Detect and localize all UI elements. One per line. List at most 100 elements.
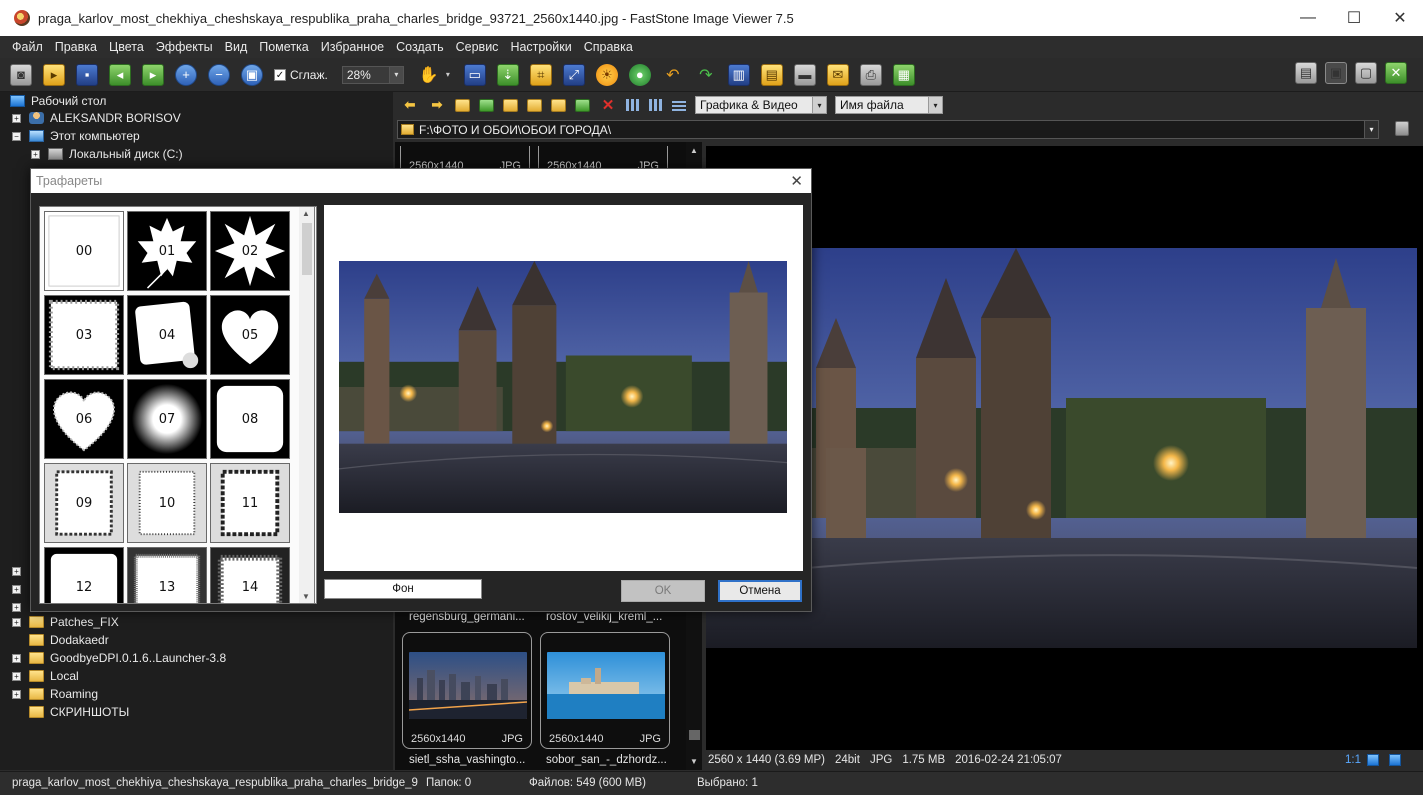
acquire-camera-icon[interactable]: ◙ [10, 63, 32, 86]
move-to-folder-icon[interactable] [575, 98, 590, 112]
forward-icon[interactable]: ➡ [428, 96, 446, 114]
menu-favorites[interactable]: Избранное [315, 40, 390, 54]
layout-browser-icon[interactable]: ▢ [1355, 62, 1377, 84]
copy-to-folder-icon[interactable] [551, 98, 566, 112]
scrollbar-thumb[interactable] [302, 223, 312, 275]
menu-edit[interactable]: Правка [49, 40, 103, 54]
rotate-right-icon[interactable]: ↷ [695, 64, 717, 86]
collapse-icon[interactable]: − [12, 131, 21, 141]
file-filter-dropdown[interactable]: Графика & Видео ▾ [695, 96, 827, 114]
mask-item[interactable]: 05 [210, 295, 290, 375]
expand-icon[interactable]: + [12, 584, 21, 594]
scanner-icon[interactable]: ▬ [793, 63, 816, 86]
tree-item-goodbyedpi[interactable]: + GoodbyeDPI.0.1.6..Launcher-3.8 [12, 649, 226, 667]
next-image-icon[interactable]: ▸ [142, 63, 164, 86]
mask-item[interactable]: 03 [44, 295, 124, 375]
window-mode-icon[interactable]: ▤ [760, 63, 783, 86]
mask-item[interactable]: 11 [210, 463, 290, 543]
chevron-down-icon[interactable]: ▾ [812, 97, 826, 113]
expand-icon[interactable]: + [12, 653, 21, 663]
scroll-down-icon[interactable]: ▼ [690, 757, 698, 766]
expand-icon[interactable]: + [12, 671, 21, 681]
mask-item[interactable]: 08 [210, 379, 290, 459]
back-icon[interactable]: ⬅ [401, 96, 419, 114]
menu-view[interactable]: Вид [219, 40, 254, 54]
smooth-checkbox-box[interactable]: ✓ [274, 68, 286, 81]
background-button[interactable]: Фон [324, 579, 482, 599]
zoom-ratio[interactable]: 1:1 [1345, 754, 1361, 766]
scroll-up-icon[interactable]: ▲ [302, 209, 310, 218]
slideshow-icon[interactable]: ▭ [463, 63, 486, 86]
dialog-close-icon[interactable]: ✕ [790, 172, 803, 190]
crop-icon[interactable]: ⌗ [529, 63, 552, 86]
chevron-down-icon[interactable]: ▾ [388, 66, 403, 83]
rotate-left-icon[interactable]: ↶ [662, 64, 684, 86]
previous-image-icon[interactable]: ◂ [109, 63, 131, 86]
expand-icon[interactable]: + [12, 617, 21, 627]
expand-icon[interactable]: + [31, 149, 40, 159]
tree-item-this-pc[interactable]: − Этот компьютер [12, 127, 140, 145]
tree-item-screenshots[interactable]: СКРИНШОТЫ [29, 703, 129, 721]
tree-item-local[interactable]: + Local [12, 667, 79, 685]
chevron-down-icon[interactable]: ▾ [928, 97, 942, 113]
layout-preview-icon[interactable]: ▣ [1325, 62, 1347, 84]
tree-item-dodakaedr[interactable]: Dodakaedr [29, 631, 109, 649]
minimize-button[interactable]: — [1285, 0, 1331, 36]
favorites-folder-icon[interactable] [527, 98, 542, 112]
thumbnail-view-icon[interactable] [626, 99, 640, 111]
zoom-in-icon[interactable]: + [175, 63, 197, 86]
chevron-down-icon[interactable]: ▾ [1364, 121, 1378, 138]
mask-item[interactable]: 04 [127, 295, 207, 375]
resize-icon[interactable]: ⤢ [562, 63, 585, 86]
compare-icon[interactable]: ▥ [727, 63, 750, 86]
ok-button[interactable]: OK [621, 580, 705, 602]
tree-item-patches-fix[interactable]: + Patches_FIX [12, 613, 119, 631]
chevron-down-icon[interactable]: ▾ [444, 64, 452, 86]
hand-pan-icon[interactable]: ✋ [418, 64, 440, 86]
fullscreen-icon[interactable]: ✕ [1385, 62, 1407, 84]
mask-item[interactable]: 09 [44, 463, 124, 543]
expand-icon[interactable]: + [12, 602, 21, 612]
cancel-button[interactable]: Отмена [718, 580, 802, 602]
tree-item-partial[interactable]: + [12, 580, 29, 598]
tree-item-roaming[interactable]: + Roaming [12, 685, 98, 703]
tree-item-partial[interactable]: + [12, 562, 29, 580]
print-icon[interactable]: ⎙ [859, 63, 882, 86]
mask-item[interactable]: 00 [44, 211, 124, 291]
path-input[interactable]: F:\ФОТО И ОБОИ\ОБОИ ГОРОДА\ ▾ [397, 120, 1379, 139]
mask-item[interactable]: 10 [127, 463, 207, 543]
details-view-icon[interactable] [672, 99, 686, 111]
copy-to-icon[interactable]: ⇣ [496, 63, 519, 86]
scrollbar-thumb[interactable] [689, 730, 700, 740]
menu-help[interactable]: Справка [578, 40, 639, 54]
close-button[interactable]: ✕ [1377, 0, 1423, 36]
mask-item[interactable]: 07 [127, 379, 207, 459]
expand-icon[interactable]: + [12, 689, 21, 699]
scroll-down-icon[interactable]: ▼ [302, 592, 310, 601]
scroll-up-icon[interactable]: ▲ [690, 146, 698, 155]
layout-details-icon[interactable]: ▤ [1295, 62, 1317, 84]
maximize-button[interactable]: ☐ [1331, 0, 1377, 36]
menu-create[interactable]: Создать [390, 40, 450, 54]
mask-item[interactable]: 14 [210, 547, 290, 603]
thumbnail-item[interactable]: 2560x1440 JPG [540, 632, 670, 749]
actual-size-icon[interactable]: ▣ [241, 63, 263, 86]
mask-item[interactable]: 06 [44, 379, 124, 459]
smooth-checkbox[interactable]: ✓ Сглаж. [274, 68, 328, 82]
adjust-colors-icon[interactable]: ☀ [595, 63, 618, 86]
batch-icon[interactable]: ▦ [892, 63, 915, 86]
fullscreen-icon[interactable] [1389, 754, 1401, 766]
mask-list-scrollbar[interactable]: ▲ ▼ [299, 206, 315, 604]
mask-item[interactable]: 12 [44, 547, 124, 603]
mask-item[interactable]: 02 [210, 211, 290, 291]
menu-settings[interactable]: Настройки [504, 40, 577, 54]
menu-tools[interactable]: Сервис [450, 40, 505, 54]
lighting-icon[interactable]: ● [628, 63, 651, 86]
menu-colors[interactable]: Цвета [103, 40, 150, 54]
thumbnail-item-selected[interactable]: 2560x1440 JPG [402, 632, 532, 749]
list-view-icon[interactable] [649, 99, 663, 111]
refresh-icon[interactable] [479, 98, 494, 112]
folder-up-icon[interactable] [455, 98, 470, 112]
zoom-out-icon[interactable]: − [208, 63, 230, 86]
image-preview[interactable] [706, 146, 1423, 750]
